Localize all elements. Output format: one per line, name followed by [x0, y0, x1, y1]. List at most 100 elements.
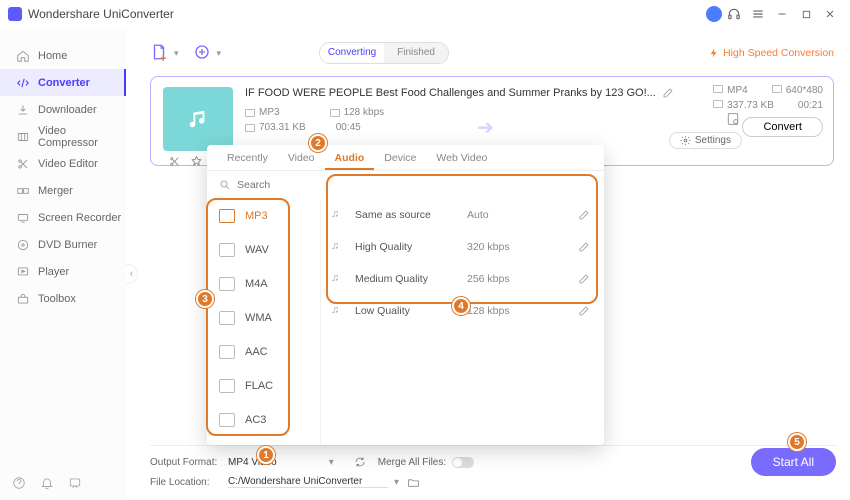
maximize-icon[interactable] — [799, 7, 813, 21]
quality-medium[interactable]: ♫Medium Quality256 kbps — [321, 263, 604, 295]
tab-converting[interactable]: Converting — [320, 43, 384, 63]
quality-same[interactable]: ♫Same as sourceAuto — [321, 199, 604, 231]
sidebar-item-merger[interactable]: Merger — [0, 177, 126, 204]
hamburger-icon[interactable] — [751, 7, 765, 21]
sidebar-item-label: Screen Recorder — [38, 212, 121, 224]
help-icon[interactable] — [12, 476, 26, 490]
quality-name: High Quality — [355, 241, 467, 253]
sidebar-item-downloader[interactable]: Downloader — [0, 96, 126, 123]
chevron-down-icon[interactable]: ▾ — [329, 457, 334, 468]
sidebar-item-home[interactable]: Home — [0, 42, 126, 69]
wav-icon — [219, 243, 235, 257]
card-gear-icon[interactable] — [725, 111, 741, 127]
tab-finished[interactable]: Finished — [384, 43, 448, 63]
sidebar-item-compressor[interactable]: Video Compressor — [0, 123, 126, 150]
sidebar-item-label: Player — [38, 266, 69, 278]
format-wav[interactable]: WAV — [207, 233, 320, 267]
edit-title-icon[interactable] — [662, 87, 674, 99]
ac3-icon — [219, 413, 235, 427]
minimize-icon[interactable] — [775, 7, 789, 21]
src-size: 703.31 KB — [259, 122, 306, 133]
bell-icon[interactable] — [40, 476, 54, 490]
output-format-label: Output Format: — [150, 457, 228, 468]
format-list: MP3 WAV M4A WMA AAC FLAC AC3 — [207, 199, 321, 445]
edit-quality-icon[interactable] — [578, 305, 590, 317]
sidebar: Home Converter Downloader Video Compress… — [0, 28, 126, 500]
music-note-icon — [187, 108, 209, 130]
search-input[interactable] — [237, 179, 592, 191]
format-label: WAV — [245, 244, 269, 256]
format-label: FLAC — [245, 380, 273, 392]
add-folder-button[interactable] — [193, 43, 213, 63]
sidebar-item-player[interactable]: Player — [0, 258, 126, 285]
feedback-icon[interactable] — [68, 476, 82, 490]
format-label: WMA — [245, 312, 272, 324]
format-m4a[interactable]: M4A — [207, 267, 320, 301]
sidebar-item-dvd[interactable]: DVD Burner — [0, 231, 126, 258]
sidebar-item-recorder[interactable]: Screen Recorder — [0, 204, 126, 231]
src-bitrate: 128 kbps — [344, 107, 385, 118]
popover-tab-webvideo[interactable]: Web Video — [426, 145, 497, 170]
dst-size: 337.73 KB — [727, 100, 774, 111]
arrow-right-icon: ➔ — [477, 115, 494, 140]
dst-format: MP4 — [727, 85, 748, 96]
disc-icon — [16, 238, 30, 252]
edit-quality-icon[interactable] — [578, 209, 590, 221]
card-scissors-icon[interactable] — [168, 155, 181, 168]
annotation-badge-4: 4 — [452, 297, 470, 315]
music-icon: ♫ — [331, 208, 345, 222]
sidebar-item-converter[interactable]: Converter — [0, 69, 126, 96]
merge-toggle[interactable] — [452, 457, 474, 468]
user-avatar-icon[interactable] — [706, 6, 722, 22]
bolt-icon — [709, 48, 719, 58]
annotation-badge-3: 3 — [196, 290, 214, 308]
edit-quality-icon[interactable] — [578, 241, 590, 253]
annotation-badge-2: 2 — [309, 134, 327, 152]
download-icon — [16, 103, 30, 117]
edit-quality-icon[interactable] — [578, 273, 590, 285]
sidebar-item-toolbox[interactable]: Toolbox — [0, 285, 126, 312]
hsc-label: High Speed Conversion — [723, 47, 834, 59]
flac-icon — [219, 379, 235, 393]
recorder-icon — [16, 211, 30, 225]
settings-button[interactable]: Settings — [669, 132, 742, 149]
card-star-icon[interactable] — [190, 155, 203, 168]
format-ac3[interactable]: AC3 — [207, 403, 320, 437]
sidebar-item-editor[interactable]: Video Editor — [0, 150, 126, 177]
format-mp3[interactable]: MP3 — [207, 199, 320, 233]
close-icon[interactable] — [823, 7, 837, 21]
src-format: MP3 — [259, 107, 280, 118]
play-icon — [16, 265, 30, 279]
compressor-icon — [16, 130, 30, 144]
mp3-icon — [219, 209, 235, 223]
merger-icon — [16, 184, 30, 198]
quality-list: ♫Same as sourceAuto ♫High Quality320 kbp… — [321, 199, 604, 445]
start-all-button[interactable]: Start All — [751, 448, 836, 476]
format-aac[interactable]: AAC — [207, 335, 320, 369]
popover-tab-audio[interactable]: Audio — [325, 145, 375, 170]
title-bar: Wondershare UniConverter — [0, 0, 850, 28]
sidebar-item-label: Toolbox — [38, 293, 76, 305]
quality-name: Medium Quality — [355, 273, 467, 285]
file-location-value[interactable]: C:/Wondershare UniConverter — [228, 476, 388, 488]
format-wma[interactable]: WMA — [207, 301, 320, 335]
popover-tab-recently[interactable]: Recently — [217, 145, 278, 170]
sidebar-item-label: Video Editor — [38, 158, 98, 170]
format-label: MP3 — [245, 210, 268, 222]
quality-value: 256 kbps — [467, 273, 527, 285]
add-file-button[interactable]: + — [150, 43, 170, 63]
quality-name: Low Quality — [355, 305, 467, 317]
convert-button[interactable]: Convert — [742, 117, 823, 137]
chevron-down-icon[interactable]: ▾ — [394, 477, 399, 488]
headphones-icon[interactable] — [727, 7, 741, 21]
popover-tab-device[interactable]: Device — [374, 145, 426, 170]
quality-high[interactable]: ♫High Quality320 kbps — [321, 231, 604, 263]
quality-value: 320 kbps — [467, 241, 527, 253]
refresh-icon[interactable] — [354, 456, 366, 468]
search-icon — [219, 179, 231, 191]
format-flac[interactable]: FLAC — [207, 369, 320, 403]
popover-search[interactable] — [207, 171, 604, 199]
high-speed-toggle[interactable]: High Speed Conversion — [709, 47, 834, 59]
open-folder-icon[interactable] — [407, 476, 420, 489]
m4a-icon — [219, 277, 235, 291]
